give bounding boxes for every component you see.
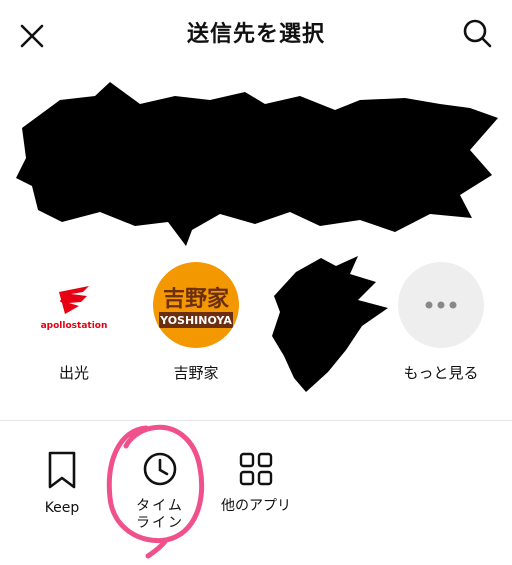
- contact-name: 吉野家: [173, 364, 219, 382]
- bookmark-icon: [48, 451, 76, 489]
- grid-icon: [239, 452, 273, 486]
- avatar: 吉野家 YOSHINOYA: [153, 262, 239, 348]
- apollostation-logo: apollostation: [41, 286, 108, 331]
- clock-icon: [143, 452, 177, 486]
- avatar: apollostation: [31, 262, 117, 348]
- svg-text:吉野家: 吉野家: [163, 286, 230, 312]
- contact-idemitsu[interactable]: apollostation 出光: [24, 262, 124, 383]
- app-keep[interactable]: Keep: [32, 450, 92, 517]
- app-timeline[interactable]: タイム ライン: [128, 450, 192, 532]
- contact-yoshinoya[interactable]: 吉野家 YOSHINOYA 吉野家: [146, 262, 246, 383]
- more-button[interactable]: もっと見る: [391, 262, 491, 383]
- more-label: もっと見る: [403, 364, 479, 382]
- app-label: タイム ライン: [136, 498, 184, 531]
- more-horizontal-icon: [425, 301, 457, 309]
- yoshinoya-logo: 吉野家 YOSHINOYA: [159, 286, 233, 328]
- svg-text:apollostation: apollostation: [41, 321, 108, 331]
- contact-name: 出光: [58, 364, 89, 382]
- app-label: 他のアプリ: [221, 498, 291, 514]
- divider: [0, 420, 512, 421]
- avatar: [398, 262, 484, 348]
- app-label: Keep: [44, 500, 80, 516]
- svg-text:YOSHINOYA: YOSHINOYA: [159, 314, 232, 327]
- redacted-contact: [272, 256, 388, 392]
- app-other[interactable]: 他のアプリ: [214, 450, 298, 515]
